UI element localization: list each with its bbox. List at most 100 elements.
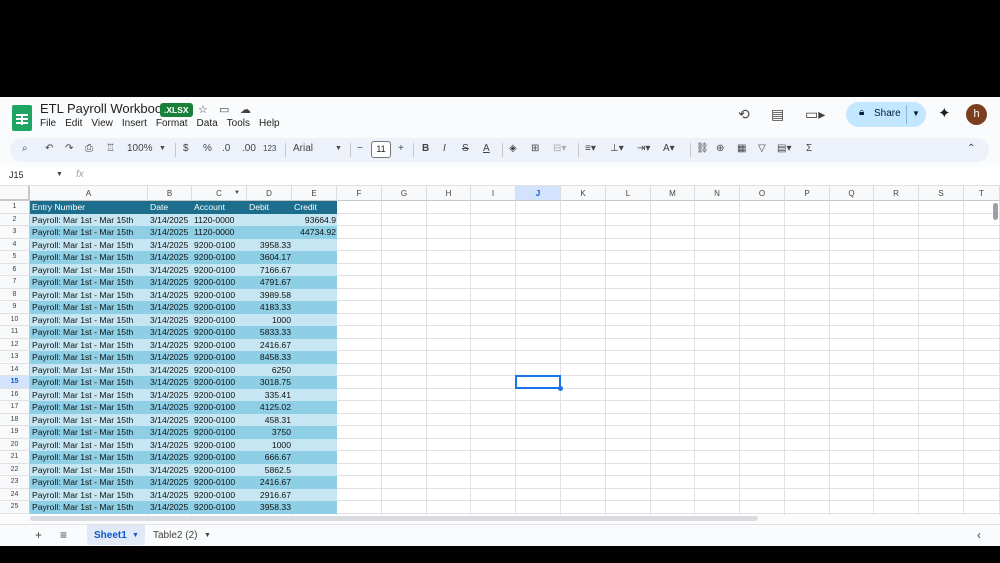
history-icon[interactable]: ⟲ [738,106,750,123]
insert-comment-icon[interactable]: ⊕ [716,143,724,154]
table-cell[interactable]: Payroll: Mar 1st - Mar 15th [32,264,147,277]
row-header-24[interactable]: 24 [0,488,30,501]
table-cell[interactable]: Payroll: Mar 1st - Mar 15th [32,289,147,302]
table-cell[interactable]: 9200-0100 [194,389,248,402]
share-dropdown-icon[interactable]: ▼ [912,109,920,118]
tab-table2[interactable]: Table2 (2) ▼ [145,525,215,545]
table-cell[interactable]: 3/14/2025 [150,314,194,327]
column-header-t[interactable]: T [964,186,1000,201]
table-cell[interactable]: 9200-0100 [194,326,248,339]
header-cell[interactable]: Debit [249,201,291,214]
table-cell[interactable]: 3/14/2025 [150,439,194,452]
column-header-h[interactable]: H [427,186,471,201]
tab-sheet1-chevron-down-icon[interactable]: ▼ [132,532,139,539]
row-header-6[interactable]: 6 [0,263,30,276]
menu-file[interactable]: File [40,118,56,129]
menu-view[interactable]: View [91,118,113,129]
table-cell[interactable]: 3/14/2025 [150,489,194,502]
table-cell[interactable]: Payroll: Mar 1st - Mar 15th [32,301,147,314]
table-cell[interactable]: Payroll: Mar 1st - Mar 15th [32,489,147,502]
row-header-15[interactable]: 15 [0,376,30,389]
insert-chart-icon[interactable]: ▦ [737,143,746,154]
table-row[interactable]: Payroll: Mar 1st - Mar 15th 3/14/2025 9200… [30,288,337,302]
table-cell[interactable]: 458.31 [249,414,291,427]
row-header-12[interactable]: 12 [0,338,30,351]
table-cell[interactable]: 4183.33 [249,301,291,314]
table-cell[interactable]: Payroll: Mar 1st - Mar 15th [32,414,147,427]
table-cell[interactable]: 9200-0100 [194,376,248,389]
sheet-nav-left-icon[interactable]: ‹ [977,528,981,542]
table-cell[interactable]: Payroll: Mar 1st - Mar 15th [32,464,147,477]
table-cell[interactable]: 9200-0100 [194,501,248,514]
table-cell[interactable]: 1120-0000 [194,226,248,239]
table-cell[interactable]: 3604.17 [249,251,291,264]
table-cell[interactable]: Payroll: Mar 1st - Mar 15th [32,426,147,439]
table-cell[interactable]: 3/14/2025 [150,464,194,477]
increase-font-size-button[interactable]: + [398,143,404,154]
column-header-a[interactable]: A [30,186,148,201]
table-row[interactable]: Payroll: Mar 1st - Mar 15th 3/14/2025 9200… [30,476,337,489]
decrease-decimal-button[interactable]: .0 [222,143,230,154]
row-header-3[interactable]: 3 [0,226,30,239]
table-cell[interactable]: 3/14/2025 [150,251,194,264]
table-cell[interactable]: 9200-0100 [194,314,248,327]
table-cell[interactable]: Payroll: Mar 1st - Mar 15th [32,389,147,402]
table-row[interactable]: Payroll: Mar 1st - Mar 15th 3/14/2025 1120… [30,226,337,239]
table-cell[interactable]: Payroll: Mar 1st - Mar 15th [32,501,147,514]
borders-icon[interactable]: ⊞ [531,143,539,154]
menu-data[interactable]: Data [197,118,218,129]
table-cell[interactable]: 6250 [249,364,291,377]
horizontal-scrollbar[interactable] [30,516,758,521]
table-cell[interactable]: Payroll: Mar 1st - Mar 15th [32,226,147,239]
row-header-20[interactable]: 20 [0,438,30,451]
table-row[interactable]: Payroll: Mar 1st - Mar 15th 3/14/2025 9200… [30,301,337,314]
zoom-select[interactable]: 100% [127,143,153,154]
row-header-4[interactable]: 4 [0,238,30,251]
column-header-n[interactable]: N [695,186,740,201]
selected-cell[interactable] [515,375,561,389]
table-cell[interactable]: 9200-0100 [194,439,248,452]
meet-video-icon[interactable]: ▭▸ [805,106,825,123]
table-cell[interactable]: 3/14/2025 [150,414,194,427]
table-cell[interactable]: 3/14/2025 [150,451,194,464]
header-cell[interactable]: Account [194,201,248,214]
decrease-font-size-button[interactable]: − [357,143,363,154]
column-header-q[interactable]: Q [830,186,874,201]
row-header-9[interactable]: 9 [0,301,30,314]
row-header-14[interactable]: 14 [0,363,30,376]
table-cell[interactable]: 44734.92 [294,226,336,239]
filter-views-icon[interactable]: ▤▾ [777,143,791,154]
all-sheets-icon[interactable]: ≡ [60,528,67,542]
italic-icon[interactable]: I [443,143,446,154]
table-cell[interactable]: 3989.58 [249,289,291,302]
table-cell[interactable]: 9200-0100 [194,426,248,439]
comment-icon[interactable]: ▤ [771,106,784,123]
row-header-23[interactable]: 23 [0,476,30,489]
horizontal-align-icon[interactable]: ≡▾ [585,143,596,154]
table-cell[interactable]: 4125.02 [249,401,291,414]
table-row[interactable]: Payroll: Mar 1st - Mar 15th 3/14/2025 9200… [30,413,337,427]
table-cell[interactable]: 2916.67 [249,489,291,502]
table-cell[interactable]: 3/14/2025 [150,389,194,402]
menu-edit[interactable]: Edit [65,118,82,129]
table-cell[interactable]: Payroll: Mar 1st - Mar 15th [32,351,147,364]
column-header-p[interactable]: P [785,186,830,201]
row-header-16[interactable]: 16 [0,388,30,401]
table-cell[interactable]: Payroll: Mar 1st - Mar 15th [32,239,147,252]
table-cell[interactable]: 9200-0100 [194,489,248,502]
table-cell[interactable]: 3958.33 [249,239,291,252]
collapse-toolbar-icon[interactable]: ⌃ [967,143,975,154]
column-header-k[interactable]: K [561,186,606,201]
table-cell[interactable]: Payroll: Mar 1st - Mar 15th [32,376,147,389]
table-cell[interactable]: 7166.67 [249,264,291,277]
header-cell[interactable]: Credit [294,201,336,214]
column-c-filter-chevron-down-icon[interactable]: ▼ [234,190,240,196]
table-row[interactable]: Payroll: Mar 1st - Mar 15th 3/14/2025 9200… [30,388,337,402]
currency-format-button[interactable]: $ [183,143,189,154]
table-cell[interactable]: 3018.75 [249,376,291,389]
vertical-align-icon[interactable]: ⊥▾ [610,143,624,154]
table-cell[interactable]: 8458.33 [249,351,291,364]
table-cell[interactable]: 3958.33 [249,501,291,514]
row-header-17[interactable]: 17 [0,401,30,414]
table-cell[interactable]: Payroll: Mar 1st - Mar 15th [32,401,147,414]
